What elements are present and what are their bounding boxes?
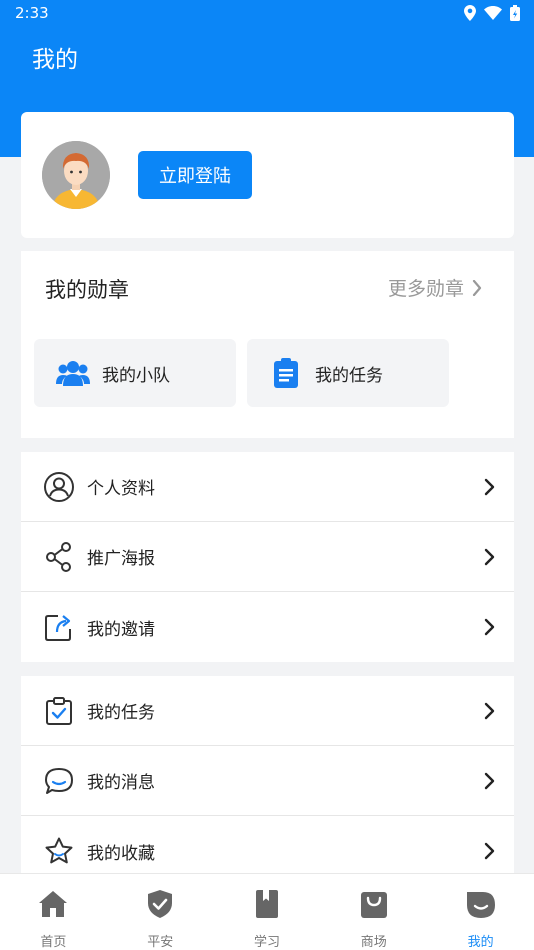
book-icon: [251, 888, 283, 919]
menu-item-promo-poster[interactable]: 推广海报: [21, 522, 514, 592]
menu-item-label: 我的任务: [87, 703, 155, 723]
tab-label: 商场: [360, 935, 387, 950]
menu-group-account: 个人资料 推广海报 我的邀请: [21, 452, 514, 662]
chevron-right-icon: [472, 279, 482, 296]
tab-label: 首页: [40, 935, 67, 950]
share-icon: [43, 541, 75, 573]
user-circle-icon: [43, 471, 75, 503]
my-tasks-tile-label: 我的任务: [315, 365, 383, 386]
my-tasks-tile[interactable]: 我的任务: [247, 339, 449, 407]
menu-item-label: 我的收藏: [87, 843, 155, 864]
shopping-bag-icon: [358, 888, 390, 919]
chevron-right-icon: [484, 772, 500, 789]
menu-group-activity: 我的任务 我的消息 我的收藏: [21, 676, 514, 886]
avatar[interactable]: [42, 141, 110, 209]
tab-me[interactable]: 我的: [427, 874, 534, 950]
chevron-right-icon: [484, 548, 500, 565]
chevron-right-icon: [484, 618, 500, 636]
tab-home[interactable]: 首页: [0, 874, 107, 950]
menu-item-label: 推广海报: [87, 549, 155, 569]
tab-label: 平安: [147, 935, 174, 950]
login-button[interactable]: 立即登陆: [138, 151, 252, 199]
tab-mall[interactable]: 商场: [320, 874, 427, 950]
status-bar: 2:33: [0, 0, 534, 28]
tab-label: 我的: [467, 935, 494, 950]
profile-card: 立即登陆: [21, 112, 514, 238]
location-icon: [464, 5, 476, 21]
medals-title: 我的勋章: [45, 278, 129, 302]
invite-icon: [43, 611, 75, 643]
chevron-right-icon: [484, 702, 500, 719]
page-title: 我的: [32, 47, 78, 73]
me-icon: [465, 888, 497, 919]
my-team-tile[interactable]: 我的小队: [34, 339, 236, 407]
status-icons: [464, 5, 520, 21]
home-icon: [37, 888, 69, 919]
menu-item-my-tasks[interactable]: 我的任务: [21, 676, 514, 746]
status-time: 2:33: [15, 4, 49, 22]
menu-item-label: 个人资料: [87, 479, 155, 499]
menu-item-invitations[interactable]: 我的邀请: [21, 592, 514, 662]
chevron-right-icon: [484, 842, 500, 860]
shield-icon: [144, 888, 176, 919]
tab-safety[interactable]: 平安: [107, 874, 214, 950]
message-icon: [43, 765, 75, 797]
tab-study[interactable]: 学习: [214, 874, 321, 950]
tab-label: 学习: [253, 935, 280, 950]
more-medals-label: 更多勋章: [387, 278, 464, 300]
menu-item-label: 我的消息: [87, 773, 155, 793]
menu-item-messages[interactable]: 我的消息: [21, 746, 514, 816]
bottom-tab-bar: 首页 平安 学习 商场 我的: [0, 873, 534, 950]
my-team-label: 我的小队: [102, 365, 170, 386]
battery-icon: [510, 5, 520, 21]
chevron-right-icon: [484, 478, 500, 495]
team-icon: [56, 356, 90, 390]
wifi-icon: [484, 6, 502, 20]
menu-item-label: 我的邀请: [87, 619, 155, 640]
star-icon: [43, 835, 75, 867]
medals-card: 我的勋章 更多勋章 我的小队 我的任务: [21, 251, 514, 438]
more-medals-link[interactable]: 更多勋章: [388, 274, 482, 301]
avatar-illustration: [42, 141, 110, 209]
clipboard-icon: [269, 356, 303, 390]
task-check-icon: [43, 695, 75, 727]
menu-item-profile[interactable]: 个人资料: [21, 452, 514, 522]
